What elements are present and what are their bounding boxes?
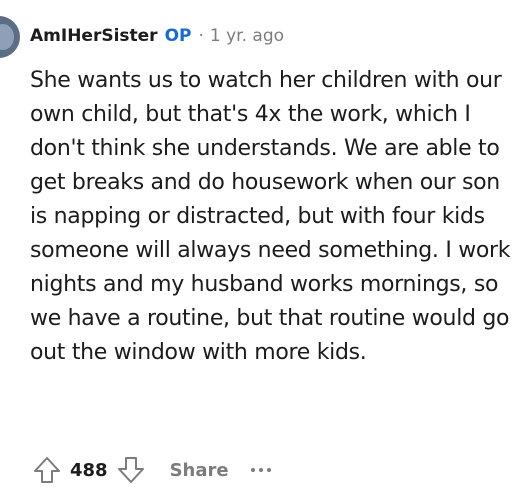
upvote-arrow-icon[interactable] bbox=[30, 453, 64, 487]
timestamp[interactable]: 1 yr. ago bbox=[210, 26, 284, 46]
more-dot bbox=[266, 468, 271, 472]
avatar-figure bbox=[0, 24, 14, 50]
more-options-icon[interactable] bbox=[250, 460, 271, 480]
comment: AmIHerSister OP · 1 yr. ago She wants us… bbox=[0, 0, 529, 504]
comment-body: She wants us to watch her children with … bbox=[30, 68, 511, 365]
meta-separator: · bbox=[198, 26, 204, 46]
more-dot bbox=[258, 468, 263, 472]
downvote-arrow-icon[interactable] bbox=[114, 453, 148, 487]
username[interactable]: AmIHerSister bbox=[30, 26, 158, 46]
share-button[interactable]: Share bbox=[170, 460, 229, 481]
more-dot bbox=[250, 468, 255, 472]
op-badge: OP bbox=[164, 26, 192, 46]
comment-header: AmIHerSister OP · 1 yr. ago bbox=[30, 22, 284, 50]
vote-score: 488 bbox=[70, 459, 108, 481]
comment-actions: 488 Share bbox=[30, 452, 271, 488]
avatar[interactable] bbox=[0, 16, 20, 58]
